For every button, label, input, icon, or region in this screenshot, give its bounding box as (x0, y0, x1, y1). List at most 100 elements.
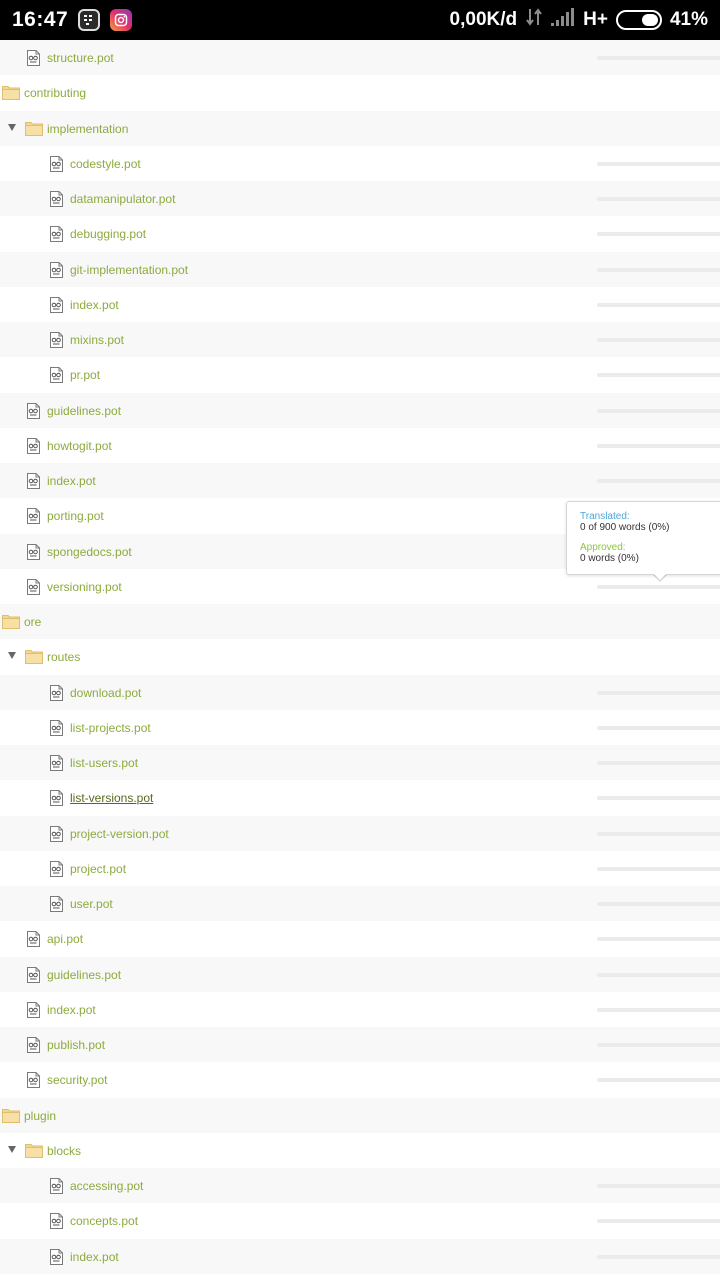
tree-folder-row[interactable]: implementation (0, 110, 720, 146)
expand-arrow-icon[interactable] (8, 123, 16, 131)
tree-file-row[interactable]: accessing.pot (0, 1168, 720, 1204)
file-link[interactable]: index.pot (70, 298, 119, 312)
tree-file-row[interactable]: api.pot (0, 921, 720, 956)
translation-progress-bar[interactable] (597, 1043, 720, 1047)
file-link[interactable]: index.pot (47, 1003, 96, 1017)
file-link[interactable]: list-versions.pot (70, 791, 153, 805)
tree-file-row[interactable]: debugging.pot (0, 216, 720, 251)
file-icon (49, 860, 64, 877)
tree-file-row[interactable]: codestyle.pot (0, 146, 720, 181)
translation-progress-bar[interactable] (597, 584, 720, 589)
tree-file-row[interactable]: list-projects.pot (0, 710, 720, 745)
expand-arrow-icon[interactable] (8, 652, 16, 660)
file-link[interactable]: project.pot (70, 862, 126, 876)
translation-progress-bar[interactable] (597, 232, 720, 237)
file-link[interactable]: spongedocs.pot (47, 545, 132, 559)
file-link[interactable]: accessing.pot (70, 1179, 143, 1193)
translation-progress-bar[interactable] (597, 1078, 720, 1083)
file-link[interactable]: structure.pot (47, 51, 114, 65)
file-link[interactable]: index.pot (70, 1250, 119, 1264)
tree-file-row[interactable]: project-version.pot (0, 815, 720, 851)
translation-progress-bar[interactable] (597, 479, 720, 483)
file-link[interactable]: git-implementation.pot (70, 263, 188, 277)
tree-file-row[interactable]: git-implementation.pot (0, 251, 720, 287)
file-link[interactable]: codestyle.pot (70, 157, 141, 171)
file-link[interactable]: list-users.pot (70, 756, 138, 770)
translation-progress-bar[interactable] (597, 302, 720, 307)
tree-file-row[interactable]: security.pot (0, 1062, 720, 1097)
tree-file-row[interactable]: list-users.pot (0, 745, 720, 781)
file-link[interactable]: index.pot (47, 474, 96, 488)
folder-label[interactable]: plugin (24, 1109, 56, 1123)
translation-progress-bar[interactable] (597, 972, 720, 977)
file-link[interactable]: publish.pot (47, 1038, 105, 1052)
translation-progress-bar[interactable] (597, 197, 720, 201)
tree-folder-row[interactable]: blocks (0, 1133, 720, 1168)
tree-file-row[interactable]: pr.pot (0, 357, 720, 392)
tree-file-row[interactable]: index.pot (0, 287, 720, 322)
translation-progress-bar[interactable] (597, 1254, 720, 1259)
translation-progress-bar[interactable] (597, 937, 720, 942)
file-link[interactable]: datamanipulator.pot (70, 192, 175, 206)
file-icon (26, 50, 41, 66)
translation-progress-bar[interactable] (597, 866, 720, 871)
tree-file-row[interactable]: guidelines.pot (0, 956, 720, 992)
file-link[interactable]: concepts.pot (70, 1214, 138, 1228)
folder-label[interactable]: routes (47, 650, 80, 664)
translation-progress-bar[interactable] (597, 796, 720, 801)
file-link[interactable]: pr.pot (70, 368, 100, 382)
tree-folder-row[interactable]: ore (0, 604, 720, 640)
tree-file-row[interactable]: datamanipulator.pot (0, 181, 720, 217)
tree-file-row[interactable]: howtogit.pot (0, 428, 720, 463)
expand-arrow-icon[interactable] (8, 1145, 16, 1153)
translation-progress-bar[interactable] (597, 902, 720, 906)
file-link[interactable]: versioning.pot (47, 580, 122, 594)
translation-progress-bar[interactable] (597, 831, 720, 836)
tree-file-row[interactable]: index.pot (0, 1238, 720, 1274)
translation-progress-bar[interactable] (597, 161, 720, 166)
file-link[interactable]: guidelines.pot (47, 404, 121, 418)
translation-progress-bar[interactable] (597, 761, 720, 765)
file-link[interactable]: debugging.pot (70, 227, 146, 241)
folder-label[interactable]: contributing (24, 86, 86, 100)
translation-progress-bar[interactable] (597, 338, 720, 342)
file-link[interactable]: user.pot (70, 897, 113, 911)
translation-progress-bar[interactable] (597, 267, 720, 272)
translation-progress-bar[interactable] (597, 408, 720, 413)
translation-progress-bar[interactable] (597, 373, 720, 378)
tree-file-row[interactable]: publish.pot (0, 1027, 720, 1063)
file-link[interactable]: porting.pot (47, 509, 104, 523)
translation-progress-bar[interactable] (597, 690, 720, 695)
tree-file-row[interactable]: index.pot (0, 992, 720, 1027)
file-link[interactable]: project-version.pot (70, 827, 169, 841)
tree-folder-row[interactable]: plugin (0, 1097, 720, 1133)
folder-label[interactable]: blocks (47, 1144, 81, 1158)
tree-file-row[interactable]: user.pot (0, 886, 720, 922)
tree-file-row[interactable]: project.pot (0, 851, 720, 886)
translation-progress-bar[interactable] (597, 725, 720, 730)
folder-label[interactable]: ore (24, 615, 41, 629)
folder-label[interactable]: implementation (47, 122, 128, 136)
tree-file-row[interactable]: list-versions.pot (0, 780, 720, 815)
tree-file-row[interactable]: mixins.pot (0, 322, 720, 358)
tooltip-arrow-inner (653, 573, 667, 580)
translation-progress-bar[interactable] (597, 1219, 720, 1224)
tree-file-row[interactable]: structure.pot (0, 40, 720, 76)
file-link[interactable]: howtogit.pot (47, 439, 112, 453)
file-link[interactable]: security.pot (47, 1073, 107, 1087)
file-link[interactable]: api.pot (47, 932, 83, 946)
translation-progress-bar[interactable] (597, 1184, 720, 1188)
file-link[interactable]: guidelines.pot (47, 968, 121, 982)
file-link[interactable]: mixins.pot (70, 333, 124, 347)
translation-progress-bar[interactable] (597, 1007, 720, 1012)
file-link[interactable]: list-projects.pot (70, 721, 151, 735)
file-link[interactable]: download.pot (70, 686, 141, 700)
tree-file-row[interactable]: concepts.pot (0, 1203, 720, 1238)
translation-progress-bar[interactable] (597, 443, 720, 448)
tree-file-row[interactable]: index.pot (0, 463, 720, 499)
translation-progress-bar[interactable] (597, 56, 720, 60)
tree-folder-row[interactable]: routes (0, 639, 720, 674)
tree-file-row[interactable]: guidelines.pot (0, 392, 720, 428)
tree-file-row[interactable]: download.pot (0, 674, 720, 710)
tree-folder-row[interactable]: contributing (0, 75, 720, 110)
